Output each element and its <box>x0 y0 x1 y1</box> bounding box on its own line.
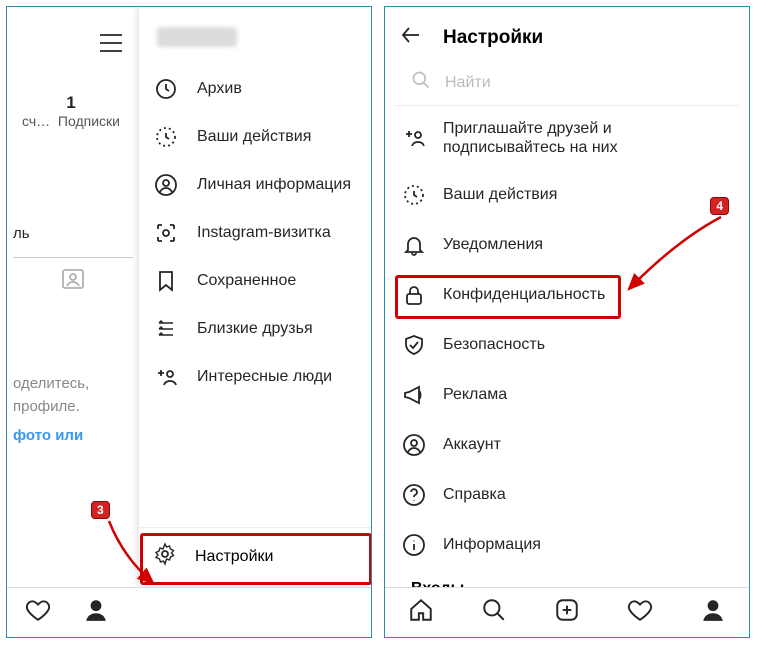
share-photo-text: оделитесь,профиле. <box>13 373 89 418</box>
menu-label: Сохраненное <box>197 272 296 290</box>
menu-label: Личная информация <box>197 176 351 194</box>
menu-label: Ваши действия <box>197 128 311 146</box>
back-arrow-icon[interactable] <box>399 23 423 52</box>
settings-item-label: Информация <box>443 536 541 554</box>
profile-stats: 1 сч… Подписки <box>11 93 131 129</box>
menu-label: Архив <box>197 80 242 98</box>
info-icon <box>401 533 427 557</box>
menu-label: Instagram-визитка <box>197 224 331 242</box>
settings-ads[interactable]: Реклама <box>395 370 739 420</box>
help-icon <box>401 483 427 507</box>
subscriptions-count: 1 <box>11 93 131 113</box>
tab-activity-icon[interactable] <box>25 597 51 628</box>
menu-settings[interactable]: Настройки <box>139 527 371 585</box>
nametag-icon <box>153 221 179 245</box>
profile-side-menu: Архив Ваши действия Личная информация In… <box>139 7 371 585</box>
settings-invite-friends[interactable]: Приглашайте друзей иподписывайтесь на ни… <box>395 106 739 170</box>
menu-discover-people[interactable]: Интересные люди <box>139 353 371 401</box>
add-person-icon <box>153 365 179 389</box>
megaphone-icon <box>401 383 427 407</box>
search-placeholder: Найти <box>445 74 491 92</box>
menu-close-friends[interactable]: Близкие друзья <box>139 305 371 353</box>
settings-your-activity[interactable]: Ваши действия <box>395 170 739 220</box>
person-circle-icon <box>153 173 179 197</box>
settings-notifications[interactable]: Уведомления <box>395 220 739 270</box>
bell-icon <box>401 233 427 257</box>
profile-tab-cut-text: ль <box>13 225 30 242</box>
tab-profile-icon[interactable] <box>700 597 726 628</box>
search-icon <box>411 70 431 95</box>
menu-label: Близкие друзья <box>197 320 313 338</box>
add-person-icon <box>401 126 427 150</box>
menu-label: Интересные люди <box>197 368 332 386</box>
activity-icon <box>153 125 179 149</box>
page-title: Настройки <box>443 27 543 49</box>
lock-icon <box>401 283 427 307</box>
subscriptions-label: сч… Подписки <box>11 113 131 129</box>
tab-create-icon[interactable] <box>554 597 580 628</box>
share-photo-link[interactable]: фото или <box>13 427 83 444</box>
settings-label: Настройки <box>195 548 273 566</box>
settings-item-label: Конфиденциальность <box>443 286 605 304</box>
tab-profile-icon[interactable] <box>83 597 109 628</box>
settings-security[interactable]: Безопасность <box>395 320 739 370</box>
menu-nametag[interactable]: Instagram-визитка <box>139 209 371 257</box>
settings-item-label: Приглашайте друзей иподписывайтесь на ни… <box>443 119 618 157</box>
annotation-step-4: 4 <box>710 197 729 215</box>
settings-item-label: Ваши действия <box>443 186 557 204</box>
bookmark-icon <box>153 269 179 293</box>
menu-archive[interactable]: Архив <box>139 65 371 113</box>
activity-icon <box>401 183 427 207</box>
settings-help[interactable]: Справка <box>395 470 739 520</box>
menu-saved[interactable]: Сохраненное <box>139 257 371 305</box>
person-circle-icon <box>401 433 427 457</box>
settings-item-label: Уведомления <box>443 236 543 254</box>
annotation-step-3: 3 <box>91 501 110 519</box>
close-friends-icon <box>153 317 179 341</box>
settings-item-label: Безопасность <box>443 336 545 354</box>
bottom-tab-bar-left <box>7 587 371 637</box>
settings-list: Приглашайте друзей иподписывайтесь на ни… <box>385 106 749 600</box>
search-field[interactable]: Найти <box>395 62 739 106</box>
menu-personal-info[interactable]: Личная информация <box>139 161 371 209</box>
phone-right-screenshot: Настройки Найти Приглашайте друзей иподп… <box>384 6 750 638</box>
settings-privacy[interactable]: Конфиденциальность <box>395 270 739 320</box>
settings-item-label: Справка <box>443 486 506 504</box>
settings-header: Настройки <box>385 7 749 62</box>
settings-item-label: Аккаунт <box>443 436 501 454</box>
settings-item-label: Реклама <box>443 386 507 404</box>
username-blurred <box>157 27 237 47</box>
tagged-tab-icon[interactable] <box>13 257 133 292</box>
bottom-tab-bar-right <box>385 587 749 637</box>
phone-left-screenshot: 1 сч… Подписки ль оделитесь,профиле. фот… <box>6 6 372 638</box>
tab-home-icon[interactable] <box>408 597 434 628</box>
archive-icon <box>153 77 179 101</box>
tab-activity-icon[interactable] <box>627 597 653 628</box>
gear-icon <box>153 542 177 571</box>
tab-search-icon[interactable] <box>481 597 507 628</box>
settings-about[interactable]: Информация <box>395 520 739 570</box>
shield-check-icon <box>401 333 427 357</box>
menu-your-activity[interactable]: Ваши действия <box>139 113 371 161</box>
settings-account[interactable]: Аккаунт <box>395 420 739 470</box>
hamburger-menu-button[interactable] <box>97 31 125 60</box>
